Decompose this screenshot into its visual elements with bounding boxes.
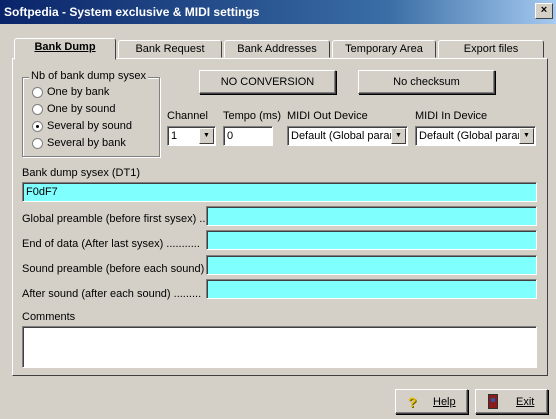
radio-label: One by bank bbox=[47, 86, 110, 98]
tempo-label: Tempo (ms) bbox=[223, 110, 282, 122]
help-button[interactable]: ? Help bbox=[395, 389, 468, 414]
comments-label: Comments bbox=[22, 311, 76, 323]
tab-label: Bank Addresses bbox=[237, 43, 317, 55]
tempo-value: 0 bbox=[227, 130, 234, 142]
close-button[interactable]: × bbox=[535, 3, 553, 19]
channel-label: Channel bbox=[167, 110, 208, 122]
bank-dump-sysex-value: F0dF7 bbox=[26, 186, 58, 198]
midi-out-label: MIDI Out Device bbox=[287, 110, 368, 122]
end-of-data-label: End of data (After last sysex) .........… bbox=[22, 238, 200, 250]
radio-label: One by sound bbox=[47, 103, 116, 115]
bank-dump-sysex-label: Bank dump sysex (DT1) bbox=[22, 167, 140, 179]
after-sound-input[interactable] bbox=[206, 279, 537, 299]
after-sound-label: After sound (after each sound) ......... bbox=[22, 288, 202, 300]
midi-out-value: Default (Global param bbox=[291, 130, 399, 142]
chevron-down-icon[interactable]: ▼ bbox=[519, 128, 534, 144]
chevron-down-icon[interactable]: ▼ bbox=[391, 128, 406, 144]
tempo-input[interactable]: 0 bbox=[223, 126, 273, 146]
exit-label: Exit bbox=[516, 396, 535, 408]
exit-door-icon bbox=[488, 394, 498, 409]
channel-value: 1 bbox=[171, 130, 178, 142]
tab-bank-request[interactable]: Bank Request bbox=[118, 40, 222, 58]
chevron-down-icon[interactable]: ▼ bbox=[199, 128, 214, 144]
tab-label: Bank Dump bbox=[34, 41, 96, 53]
bank-dump-sysex-input[interactable]: F0dF7 bbox=[22, 182, 537, 202]
sysex-count-group-label: Nb of bank dump sysex bbox=[29, 70, 148, 82]
midi-in-value: Default (Global param bbox=[419, 130, 527, 142]
tab-label: Export files bbox=[463, 43, 519, 55]
tab-bank-dump[interactable]: Bank Dump bbox=[14, 38, 116, 60]
tab-bank-addresses[interactable]: Bank Addresses bbox=[224, 40, 330, 58]
tab-temporary-area[interactable]: Temporary Area bbox=[332, 40, 436, 58]
radio-several-by-sound[interactable] bbox=[32, 121, 43, 132]
exit-button[interactable]: Exit bbox=[475, 389, 548, 414]
midi-in-label: MIDI In Device bbox=[415, 110, 488, 122]
global-preamble-label: Global preamble (before first sysex) .. bbox=[22, 213, 206, 225]
radio-one-by-sound[interactable] bbox=[32, 104, 43, 115]
midi-in-select[interactable]: Default (Global param ▼ bbox=[415, 126, 536, 146]
window-title: Softpedia - System exclusive & MIDI sett… bbox=[4, 5, 260, 19]
title-bar: Softpedia - System exclusive & MIDI sett… bbox=[0, 0, 556, 24]
help-label: Help bbox=[433, 396, 456, 408]
no-conversion-button[interactable]: NO CONVERSION bbox=[199, 70, 336, 94]
end-of-data-input[interactable] bbox=[206, 230, 537, 250]
radio-label: Several by bank bbox=[47, 137, 126, 149]
midi-out-select[interactable]: Default (Global param ▼ bbox=[287, 126, 408, 146]
radio-label: Several by sound bbox=[47, 120, 132, 132]
no-checksum-button[interactable]: No checksum bbox=[358, 70, 495, 94]
sound-preamble-input[interactable] bbox=[206, 255, 537, 275]
radio-one-by-bank[interactable] bbox=[32, 87, 43, 98]
tab-label: Temporary Area bbox=[345, 43, 423, 55]
radio-several-by-bank[interactable] bbox=[32, 138, 43, 149]
channel-select[interactable]: 1 ▼ bbox=[167, 126, 216, 146]
tab-label: Bank Request bbox=[135, 43, 205, 55]
tab-export-files[interactable]: Export files bbox=[438, 40, 544, 58]
comments-textarea[interactable] bbox=[22, 326, 537, 368]
global-preamble-input[interactable] bbox=[206, 206, 537, 226]
question-mark-icon: ? bbox=[408, 394, 417, 410]
sound-preamble-label: Sound preamble (before each sound) bbox=[22, 263, 205, 275]
